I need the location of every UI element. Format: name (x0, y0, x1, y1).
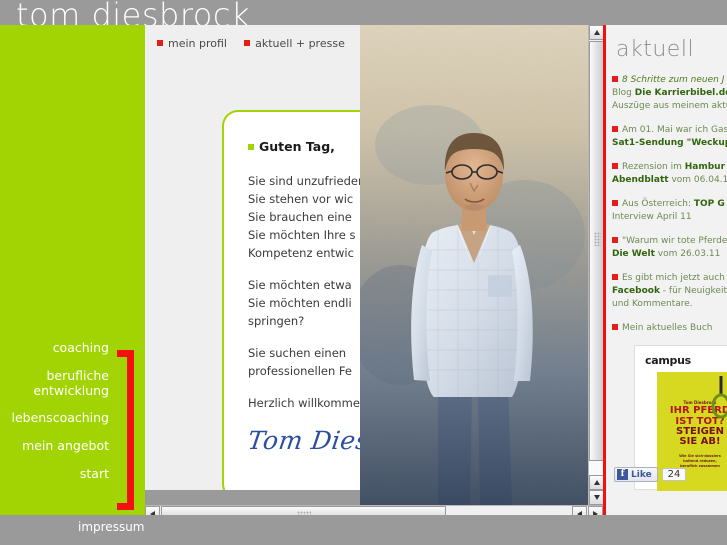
news-item[interactable]: Mein aktuelles Buch (612, 322, 727, 335)
scroll-up-button[interactable] (589, 25, 604, 40)
news-post: vom 26.03.11 (654, 249, 721, 259)
red-square-icon (244, 40, 251, 46)
news-strong: Hambur (684, 162, 726, 172)
news-pre: "Warum wir tote Pferde (622, 236, 727, 246)
sidebar-item-lebenscoaching[interactable]: lebenscoaching (0, 410, 109, 426)
greeting-text: Guten Tag, (259, 139, 335, 154)
nav-label: aktuell + presse (255, 37, 345, 50)
aktuell-heading: aktuell (616, 37, 695, 62)
news-strong: TOP G (693, 199, 725, 209)
sidebar-menu: coaching berufliche entwicklung lebensco… (0, 340, 109, 494)
sidebar-item-berufliche-entwicklung[interactable]: berufliche entwicklung (0, 368, 109, 398)
news-pre: Mein aktuelles Buch (622, 323, 713, 333)
green-square-icon (248, 144, 254, 150)
aktuell-sidebar: aktuell 8 Schritte zum neuen J Blog Die … (606, 25, 727, 515)
facebook-icon: f (617, 469, 628, 480)
scroll-grip-icon (594, 232, 601, 246)
news-pre: Es gibt mich jetzt auch (622, 273, 725, 283)
like-label: Like (631, 469, 652, 480)
red-square-icon (157, 40, 163, 46)
nav-item-mein-profil[interactable]: mein profil (157, 37, 227, 50)
scroll-up-button-bottom[interactable] (589, 475, 604, 490)
news-item[interactable]: "Warum wir tote Pferde Die Welt vom 26.0… (612, 235, 727, 261)
news-post: - für Neuigkeite (659, 286, 727, 296)
red-square-icon (612, 237, 618, 243)
vertical-scroll-thumb[interactable] (589, 41, 604, 461)
news-strong: Sat1-Sendung "Weckup (612, 138, 727, 148)
red-square-icon (612, 76, 618, 82)
facebook-like-button[interactable]: f Like (614, 467, 658, 482)
news-pre: Am 01. Mai war ich Gas (622, 125, 727, 135)
news-pre: Rezension im (622, 162, 685, 172)
arrow-up-icon (593, 30, 600, 35)
sidebar-item-coaching[interactable]: coaching (0, 340, 109, 356)
arrow-up-icon (593, 480, 600, 485)
sidebar-item-start[interactable]: start (0, 466, 109, 482)
news-post-2: und Kommentare. (612, 299, 693, 309)
sidebar-item-mein-angebot[interactable]: mein angebot (0, 438, 109, 454)
news-strong: Facebook (612, 286, 660, 296)
news-mid: Blog (612, 88, 635, 98)
book-title-line-4: SIE AB! (679, 436, 721, 447)
red-square-icon (612, 126, 618, 132)
red-square-icon (612, 163, 618, 169)
left-green-sidebar: coaching berufliche entwicklung lebensco… (0, 25, 145, 515)
news-item[interactable]: Am 01. Mai war ich Gas Sat1-Sendung "Wec… (612, 124, 727, 150)
arrow-down-icon (593, 495, 600, 500)
news-strong: Die Karrierbibel.de (634, 88, 727, 98)
news-strong: Die Welt (612, 249, 655, 259)
scroll-down-button[interactable] (589, 490, 604, 505)
news-item[interactable]: Aus Österreich: TOP G Interview April 11 (612, 198, 727, 224)
news-post: Auszüge aus meinem aktu (612, 101, 727, 111)
red-square-icon (612, 200, 618, 206)
news-item[interactable]: Rezension im Hambur Abendblatt vom 06.04… (612, 161, 727, 187)
red-square-icon (612, 274, 618, 280)
news-list: 8 Schritte zum neuen J Blog Die Karrierb… (606, 62, 727, 335)
nav-item-aktuell-presse[interactable]: aktuell + presse (244, 37, 345, 50)
vertical-scrollbar[interactable] (588, 25, 604, 505)
news-post: vom 06.04.1 (668, 175, 727, 185)
facebook-like-bar: f Like 24 (614, 467, 687, 482)
publisher-logo: campus (645, 354, 691, 367)
news-strong-2: Abendblatt (612, 175, 669, 185)
news-em: 8 Schritte zum neuen J (622, 75, 725, 85)
news-post: Interview April 11 (612, 212, 692, 222)
vertical-scroll-track[interactable] (589, 461, 604, 475)
impressum-link[interactable]: impressum (78, 520, 145, 534)
red-square-icon (612, 324, 618, 330)
portrait-photo (360, 25, 588, 505)
news-item[interactable]: 8 Schritte zum neuen J Blog Die Karrierb… (612, 74, 727, 113)
news-item[interactable]: Es gibt mich jetzt auch Facebook - für N… (612, 272, 727, 311)
nav-label: mein profil (168, 37, 227, 50)
rope-illustration (711, 376, 727, 419)
like-count-badge: 24 (661, 468, 687, 481)
news-pre: Aus Österreich: (622, 199, 694, 209)
red-bracket-decoration (117, 350, 134, 510)
